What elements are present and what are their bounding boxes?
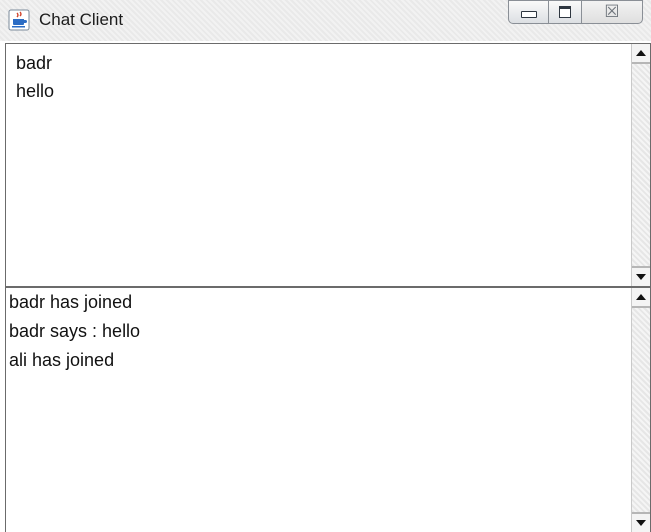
- users-scrollbar[interactable]: [631, 44, 650, 286]
- arrow-up-icon: [636, 294, 646, 300]
- scroll-down-button[interactable]: [632, 513, 650, 532]
- minimize-icon: [520, 10, 537, 18]
- scroll-up-button[interactable]: [632, 288, 650, 307]
- list-item: badr: [16, 53, 53, 73]
- minimize-button[interactable]: [508, 0, 549, 24]
- messages-pane[interactable]: badr has joined badr says : hello ali ha…: [5, 287, 651, 532]
- message-line: ali has joined: [9, 350, 115, 370]
- window-controls: ☒: [508, 0, 643, 25]
- users-pane[interactable]: badr hello: [5, 43, 651, 287]
- arrow-up-icon: [636, 50, 646, 56]
- arrow-down-icon: [636, 274, 646, 280]
- chat-client-window: Chat Client ☒ badr hello badr has joined…: [0, 0, 651, 532]
- arrow-down-icon: [636, 520, 646, 526]
- scroll-thumb[interactable]: [632, 63, 650, 267]
- java-cup-icon: [8, 9, 30, 31]
- maximize-button[interactable]: [548, 0, 582, 24]
- message-line: badr says : hello: [9, 321, 141, 341]
- maximize-icon: [559, 6, 571, 18]
- scroll-up-button[interactable]: [632, 44, 650, 63]
- title-bar[interactable]: Chat Client ☒: [0, 0, 651, 41]
- close-button[interactable]: ☒: [581, 0, 643, 24]
- message-line: badr has joined: [9, 292, 133, 312]
- list-item: hello: [16, 81, 55, 101]
- scroll-down-button[interactable]: [632, 267, 650, 286]
- close-icon: ☒: [604, 1, 620, 22]
- scroll-track[interactable]: [632, 307, 650, 513]
- messages-text-area[interactable]: badr has joined badr says : hello ali ha…: [6, 288, 631, 532]
- messages-scrollbar[interactable]: [631, 288, 650, 532]
- window-title: Chat Client: [39, 10, 124, 29]
- scroll-track[interactable]: [632, 63, 650, 267]
- users-text-area[interactable]: badr hello: [6, 44, 631, 286]
- scroll-thumb[interactable]: [632, 307, 650, 513]
